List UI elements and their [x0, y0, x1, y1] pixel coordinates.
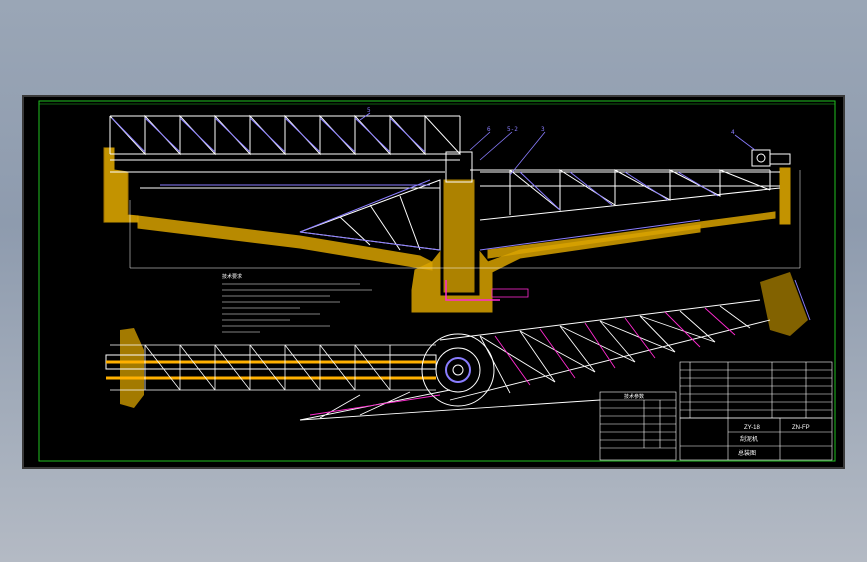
balloon-6: 6 [487, 126, 491, 133]
parts-list [679, 361, 833, 419]
tech-parameter-table [599, 391, 677, 461]
balloon-5: 5 [367, 107, 371, 114]
balloon-3: 3 [541, 126, 545, 133]
tech-table-title: 技术参数 [624, 393, 644, 400]
cad-viewer: 5 6 5-2 3 4 技术要求 技术参数 ZY-18 刮泥机 ZN-FP 总装… [0, 0, 867, 562]
technical-notes: 技术要求 [222, 273, 372, 333]
title-sheet-label: 总装图 [738, 449, 756, 457]
cad-drawing: 5 6 5-2 3 4 技术要求 技术参数 ZY-18 刮泥机 ZN-FP 总装… [38, 100, 836, 462]
title-company: ZY-18 [744, 425, 760, 431]
balloon-5-2: 5-2 [507, 126, 518, 133]
drive-unit [751, 149, 791, 167]
title-drawing-name: 刮泥机 [740, 435, 758, 443]
balloon-4: 4 [731, 129, 735, 136]
notes-title: 技术要求 [222, 273, 242, 280]
plan-view-truss [105, 272, 811, 421]
title-drawing-no: ZN-FP [792, 425, 810, 431]
concrete-tank [103, 147, 791, 313]
